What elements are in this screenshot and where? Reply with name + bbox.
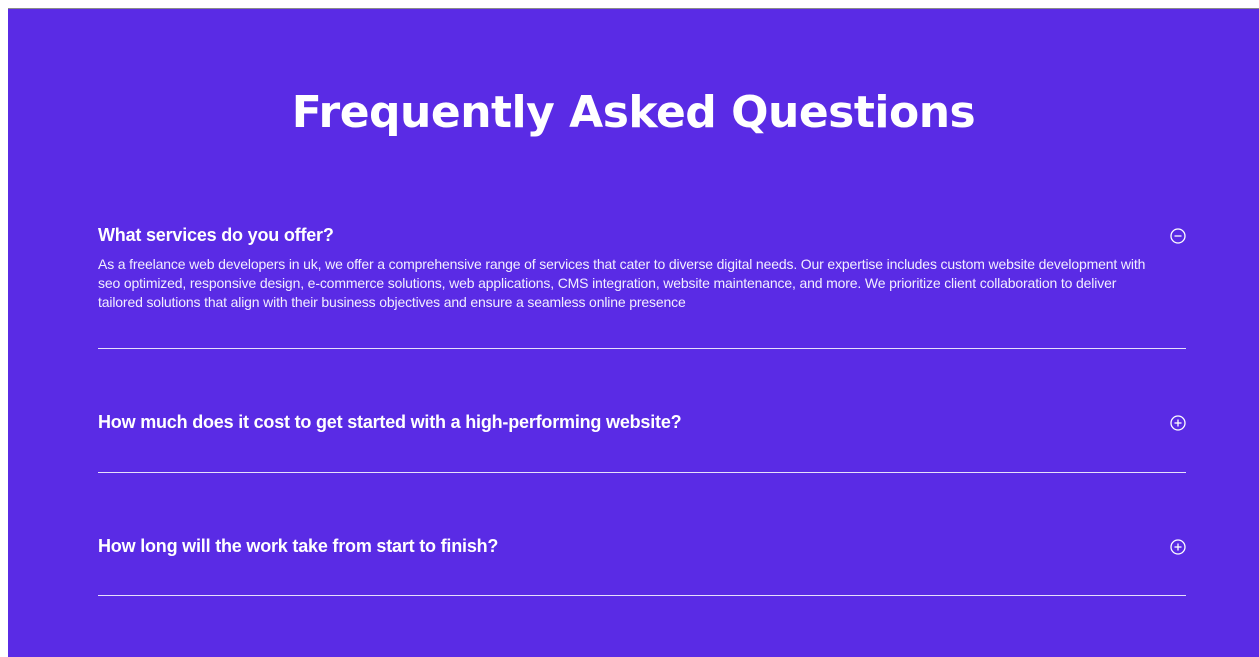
- faq-answer-services: As a freelance web developers in uk, we …: [98, 256, 1146, 310]
- minus-circle-icon[interactable]: [1170, 228, 1186, 244]
- plus-circle-icon[interactable]: [1170, 539, 1186, 555]
- faq-section: Frequently Asked Questions What services…: [8, 8, 1259, 657]
- faq-item-timeline: How long will the work take from start t…: [98, 473, 1186, 596]
- faq-question-cost[interactable]: How much does it cost to get started wit…: [98, 412, 682, 433]
- faq-item-cost: How much does it cost to get started wit…: [98, 349, 1186, 473]
- faq-question-timeline[interactable]: How long will the work take from start t…: [98, 536, 498, 557]
- faq-item-services: What services do you offer? As a freelan…: [98, 221, 1186, 349]
- plus-circle-icon[interactable]: [1170, 415, 1186, 431]
- faq-question-services[interactable]: What services do you offer?: [98, 225, 334, 246]
- page-title: Frequently Asked Questions: [291, 87, 976, 138]
